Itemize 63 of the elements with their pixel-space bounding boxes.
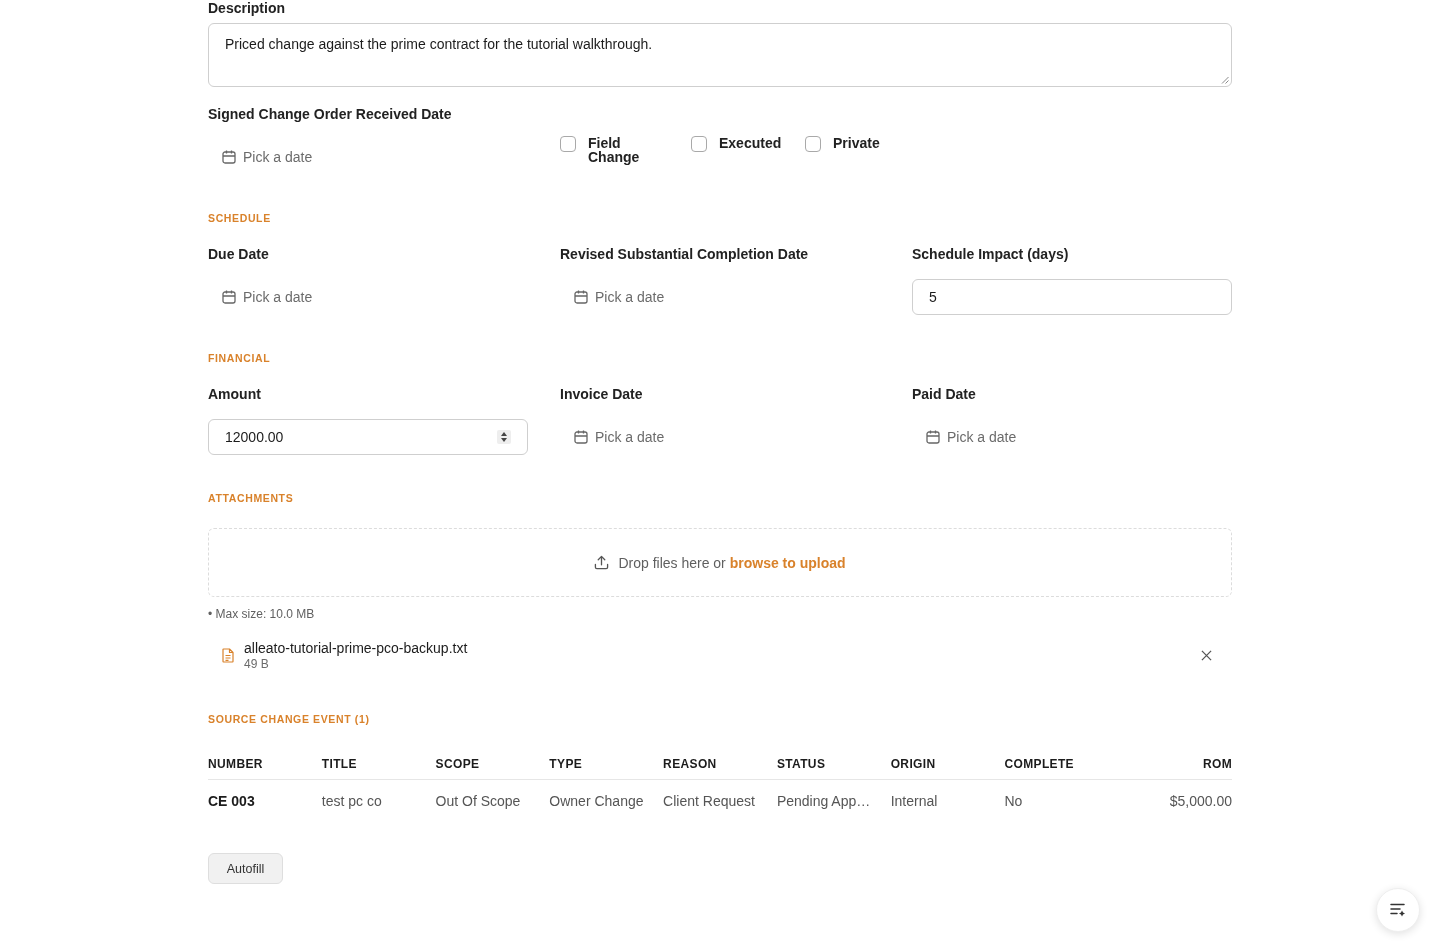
document-icon [222,647,234,663]
autofill-button[interactable]: Autofill [208,853,283,884]
resize-handle-icon [1221,76,1229,84]
table-cell-text: Owner Change [549,793,645,809]
date-picker[interactable]: Pick a date [208,279,327,315]
file-size: 49 B [244,657,270,671]
date-picker[interactable]: Pick a date [208,139,327,175]
number-input[interactable]: 12000.00 [208,419,528,455]
checkbox[interactable] [691,136,707,152]
checkbox[interactable] [805,136,821,152]
field-label: Description [208,0,286,16]
column-header: TYPE [549,756,584,771]
browse-link[interactable]: browse to upload [729,554,846,571]
file-name: alleato-tutorial-prime-pco-backup.txt [244,639,469,657]
section-heading: ATTACHMENTS [208,491,295,505]
table-cell-text: $5,000.00 [1168,793,1232,809]
column-header: STATUS [776,756,827,771]
column-header: ORIGIN [890,756,937,771]
field-label: Schedule Impact (days) [912,246,1070,262]
field-label: Paid Date [912,386,977,402]
section-heading: SCHEDULE [208,211,272,225]
date-picker[interactable]: Pick a date [912,419,1031,455]
field-label: Invoice Date [560,386,644,402]
date-picker[interactable]: Pick a date [560,419,679,455]
section-heading: FINANCIAL [208,351,272,365]
file-drop-zone[interactable]: Drop files here or browse to upload [208,528,1232,597]
calendar-icon [222,290,236,304]
calendar-icon [926,430,940,444]
table-cell-text: Out Of Scope [435,793,522,809]
dropzone-text: Drop files here or browse to upload [618,554,846,571]
checkbox[interactable] [560,136,576,152]
text-input[interactable]: 5 [912,279,1232,315]
calendar-icon [574,430,588,444]
column-header: COMPLETE [1004,756,1075,771]
column-header: REASON [663,756,718,771]
field-label: Revised Substantial Completion Date [560,246,810,262]
checkbox-label: Field Change [588,136,641,164]
table-cell-text: test pc co [321,793,383,809]
field-label: Amount [208,386,262,402]
calendar-icon [222,150,236,164]
table-cell-text: Pending App… [776,793,872,809]
upload-icon [594,555,610,570]
description-field[interactable]: Priced change against the prime contract for the tutorial walkthrough. [208,23,1232,87]
field-label: Signed Change Order Received Date [208,106,453,122]
checkbox-label: Executed [719,136,782,150]
column-header: ROM [1201,756,1232,771]
column-header: SCOPE [435,756,481,771]
column-header: NUMBER [208,756,264,771]
close-icon [1201,649,1212,661]
file-size-note: • Max size: 10.0 MB [208,606,316,622]
calendar-icon [574,290,588,304]
spinner-arrows-icon [497,430,511,444]
table-cell-text: Client Request [663,793,756,809]
table-cell-text: No [1004,793,1024,809]
table-cell-text: Internal [890,793,939,809]
section-heading: SOURCE CHANGE EVENT (1) [208,712,371,726]
floating-action-button[interactable] [1376,888,1420,932]
date-picker[interactable]: Pick a date [560,279,679,315]
column-header: TITLE [321,756,358,771]
table-cell-text: CE 003 [208,793,256,809]
list-sparkle-icon [1390,903,1406,917]
field-label: Due Date [208,246,270,262]
checkbox-label: Private [833,136,880,150]
